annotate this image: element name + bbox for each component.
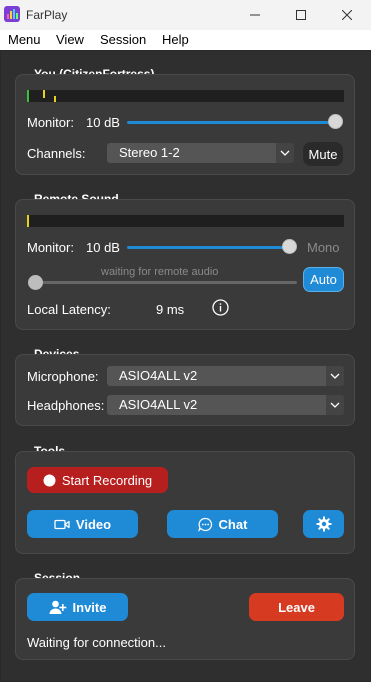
- video-button[interactable]: Video: [27, 510, 138, 538]
- input-level-meter: [27, 90, 344, 102]
- chevron-down-icon: [326, 366, 344, 386]
- remote-status-text: waiting for remote audio: [101, 266, 219, 278]
- menu-bar: Menu View Session Help: [0, 30, 371, 50]
- headphones-label: Headphones:: [27, 398, 105, 413]
- microphone-label: Microphone:: [27, 369, 99, 384]
- channels-label: Channels:: [27, 146, 86, 161]
- title-bar: FarPlay: [0, 0, 371, 30]
- microphone-select[interactable]: ASIO4ALL v2: [107, 366, 344, 386]
- mute-button[interactable]: Mute: [303, 142, 343, 166]
- chevron-down-icon: [276, 143, 294, 163]
- chat-button[interactable]: Chat: [167, 510, 278, 538]
- video-camera-icon: [54, 519, 70, 530]
- monitor-value: 10 dB: [86, 115, 120, 130]
- session-status: Waiting for connection...: [27, 635, 166, 650]
- meter-peak-green: [27, 90, 29, 102]
- menu-item-help[interactable]: Help: [162, 32, 189, 47]
- video-button-label: Video: [75, 516, 112, 532]
- invite-button[interactable]: Invite: [27, 593, 128, 621]
- channels-select-value: Stereo 1-2: [119, 145, 180, 160]
- minimize-button[interactable]: [232, 0, 278, 30]
- microphone-select-value: ASIO4ALL v2: [119, 368, 198, 383]
- remote-monitor-label: Monitor:: [27, 240, 74, 255]
- settings-button[interactable]: [303, 510, 344, 538]
- start-recording-label: Start Recording: [61, 472, 153, 488]
- meter-peak-yellow: [43, 90, 45, 98]
- meter-peak-yellow-2: [54, 96, 56, 102]
- chevron-down-icon: [326, 395, 344, 415]
- farplay-logo-icon: [4, 6, 20, 22]
- add-user-icon: [49, 600, 67, 615]
- remote-latency-slider[interactable]: [35, 281, 297, 284]
- you-monitor-slider[interactable]: [127, 121, 336, 124]
- auto-button[interactable]: Auto: [303, 267, 344, 292]
- info-icon[interactable]: [212, 299, 229, 316]
- headphones-select[interactable]: ASIO4ALL v2: [107, 395, 344, 415]
- you-monitor-slider-knob[interactable]: [328, 114, 343, 129]
- chat-button-label: Chat: [218, 516, 248, 532]
- gear-icon: [316, 516, 331, 532]
- latency-label: Local Latency:: [27, 302, 111, 317]
- mute-button-label: Mute: [308, 146, 338, 162]
- remote-level-meter: [27, 215, 344, 227]
- remote-monitor-value: 10 dB: [86, 240, 120, 255]
- mono-toggle[interactable]: Mono: [307, 240, 340, 255]
- window-title: FarPlay: [26, 8, 68, 22]
- minimize-icon: [250, 14, 260, 16]
- devices-panel: [15, 354, 355, 426]
- channels-select[interactable]: Stereo 1-2: [107, 143, 294, 163]
- remote-meter-peak: [27, 215, 29, 227]
- remote-monitor-slider[interactable]: [127, 246, 290, 249]
- remote-monitor-slider-knob[interactable]: [282, 239, 297, 254]
- latency-value: 9 ms: [156, 302, 185, 317]
- maximize-icon: [296, 10, 306, 20]
- close-button[interactable]: [324, 0, 370, 30]
- leave-button-label: Leave: [278, 599, 315, 615]
- record-icon: [43, 474, 56, 487]
- invite-button-label: Invite: [72, 599, 107, 615]
- monitor-label: Monitor:: [27, 115, 74, 130]
- start-recording-button[interactable]: Start Recording: [27, 467, 168, 493]
- chat-bubble-icon: [197, 517, 213, 532]
- close-icon: [342, 10, 352, 20]
- auto-button-label: Auto: [310, 272, 337, 287]
- leave-button[interactable]: Leave: [249, 593, 344, 621]
- menu-item-session[interactable]: Session: [100, 32, 146, 47]
- maximize-button[interactable]: [278, 0, 324, 30]
- headphones-select-value: ASIO4ALL v2: [119, 397, 198, 412]
- menu-item-menu[interactable]: Menu: [8, 32, 41, 47]
- remote-latency-slider-knob[interactable]: [28, 275, 43, 290]
- menu-item-view[interactable]: View: [56, 32, 84, 47]
